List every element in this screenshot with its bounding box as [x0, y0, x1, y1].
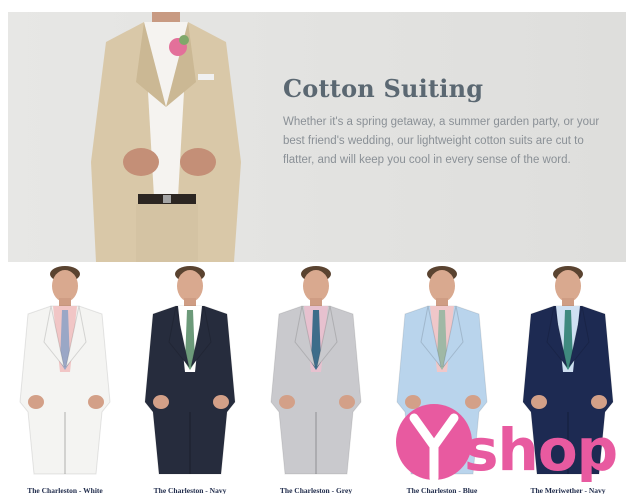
product-card[interactable]: The Charleston - Grey [257, 262, 375, 494]
product-image [144, 266, 236, 475]
hero-model-image [91, 12, 241, 262]
product-name[interactable]: The Charleston - Grey [257, 486, 375, 494]
product-name[interactable]: The Charleston - Navy [131, 486, 249, 494]
product-image [19, 266, 111, 475]
product-image [270, 266, 362, 475]
product-name[interactable]: The Charleston - White [6, 486, 124, 494]
hero-banner[interactable]: Cotton Suiting Whether it's a spring get… [8, 12, 626, 262]
hero-description: Whether it's a spring getaway, a summer … [283, 116, 600, 166]
product-card[interactable]: The Charleston - Navy [131, 262, 249, 494]
page: Cotton Suiting Whether it's a spring get… [0, 0, 632, 494]
hero-title: Cotton Suiting [283, 74, 484, 103]
yi-logo-icon [396, 404, 472, 483]
watermark-text: shop [464, 416, 618, 484]
hero-text-block: Cotton Suiting Whether it's a spring get… [283, 74, 603, 170]
shop-watermark: shop [394, 400, 632, 494]
product-card[interactable]: The Charleston - White [6, 262, 124, 494]
